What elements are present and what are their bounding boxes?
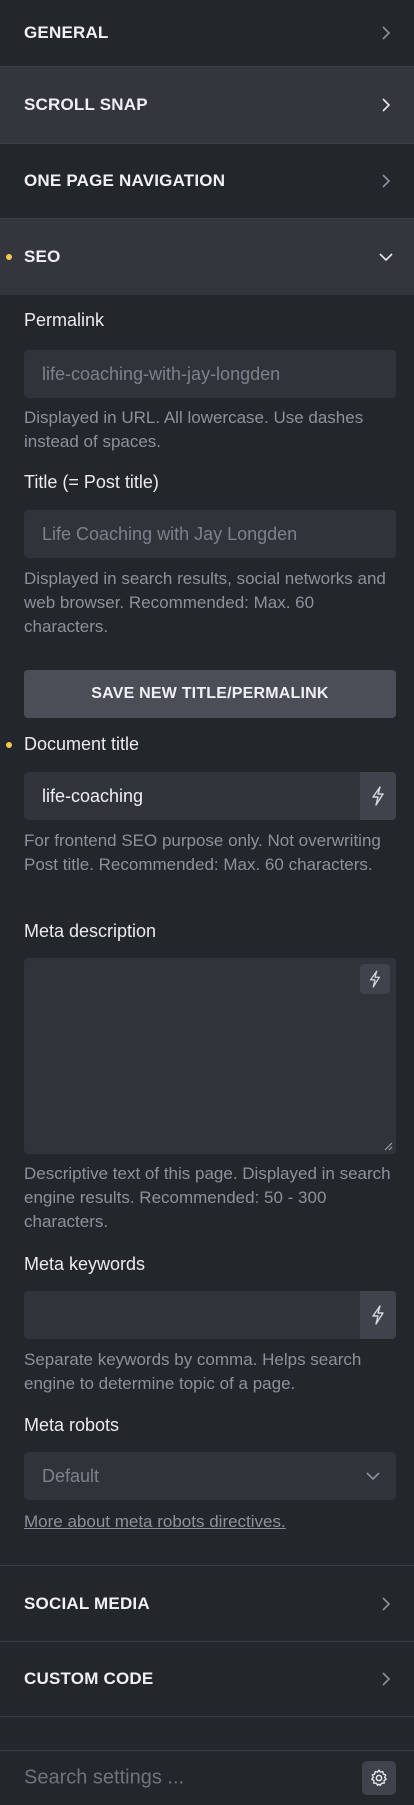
dynamic-data-button[interactable] <box>360 964 390 994</box>
meta-description-textarea[interactable] <box>24 958 396 1154</box>
gear-icon <box>371 1769 387 1787</box>
chevron-down-icon <box>366 1472 380 1481</box>
section-custom-code[interactable]: CUSTOM CODE <box>0 1642 414 1717</box>
permalink-help: Displayed in URL. All lowercase. Use das… <box>24 408 364 451</box>
section-seo-label: SEO <box>24 247 61 266</box>
title-label: Title (= Post title) <box>24 472 159 492</box>
section-one-page-navigation-label: ONE PAGE NAVIGATION <box>24 171 226 190</box>
meta-keywords-input[interactable] <box>24 1291 396 1339</box>
chevron-right-icon <box>382 1596 391 1611</box>
section-general[interactable]: GENERAL <box>0 0 414 67</box>
section-social-media-label: SOCIAL MEDIA <box>24 1593 150 1613</box>
title-input[interactable]: Life Coaching with Jay Longden <box>24 510 396 558</box>
changed-indicator-dot <box>6 742 12 748</box>
document-title-input[interactable]: life-coaching <box>24 772 396 820</box>
section-custom-code-label: CUSTOM CODE <box>24 1669 154 1688</box>
meta-description-label: Meta description <box>24 921 157 941</box>
meta-robots-select[interactable]: Default <box>24 1452 396 1500</box>
section-scroll-snap[interactable]: SCROLL SNAP <box>0 67 414 144</box>
chevron-right-icon <box>382 26 391 40</box>
resize-handle-icon[interactable] <box>383 1141 393 1151</box>
changed-indicator-dot <box>6 254 12 260</box>
meta-robots-directives-link[interactable]: More about meta robots directives. <box>24 1512 286 1532</box>
section-scroll-snap-label: SCROLL SNAP <box>24 95 148 114</box>
chevron-right-icon <box>382 98 391 112</box>
document-title-value: life-coaching <box>42 786 144 806</box>
settings-search-bar: Search settings ... <box>0 1750 414 1805</box>
section-one-page-navigation[interactable]: ONE PAGE NAVIGATION <box>0 144 414 219</box>
bolt-icon <box>372 1305 384 1325</box>
settings-button[interactable] <box>362 1761 396 1795</box>
bolt-icon <box>370 970 380 988</box>
meta-robots-selected: Default <box>42 1466 100 1486</box>
save-title-permalink-button[interactable]: SAVE NEW TITLE/PERMALINK <box>24 670 396 718</box>
document-title-label: Document title <box>24 734 140 754</box>
section-social-media[interactable]: SOCIAL MEDIA <box>0 1565 414 1642</box>
permalink-label: Permalink <box>24 310 105 330</box>
chevron-down-icon <box>379 253 393 262</box>
title-help: Displayed in search results, social netw… <box>24 569 386 636</box>
search-settings-input[interactable]: Search settings ... <box>24 1767 184 1790</box>
meta-keywords-label: Meta keywords <box>24 1254 146 1274</box>
permalink-input[interactable]: life-coaching-with-jay-longden <box>24 350 396 398</box>
document-title-help: For frontend SEO purpose only. Not overw… <box>24 831 381 874</box>
dynamic-data-button[interactable] <box>360 1291 396 1339</box>
bolt-icon <box>372 786 384 806</box>
chevron-right-icon <box>382 1672 391 1686</box>
meta-robots-label: Meta robots <box>24 1415 120 1435</box>
meta-keywords-help: Separate keywords by comma. Helps search… <box>24 1350 362 1393</box>
chevron-right-icon <box>382 174 391 188</box>
section-seo[interactable]: SEO <box>0 219 414 295</box>
meta-description-help: Descriptive text of this page. Displayed… <box>24 1164 391 1231</box>
dynamic-data-button[interactable] <box>360 772 396 820</box>
section-general-label: GENERAL <box>24 23 109 42</box>
